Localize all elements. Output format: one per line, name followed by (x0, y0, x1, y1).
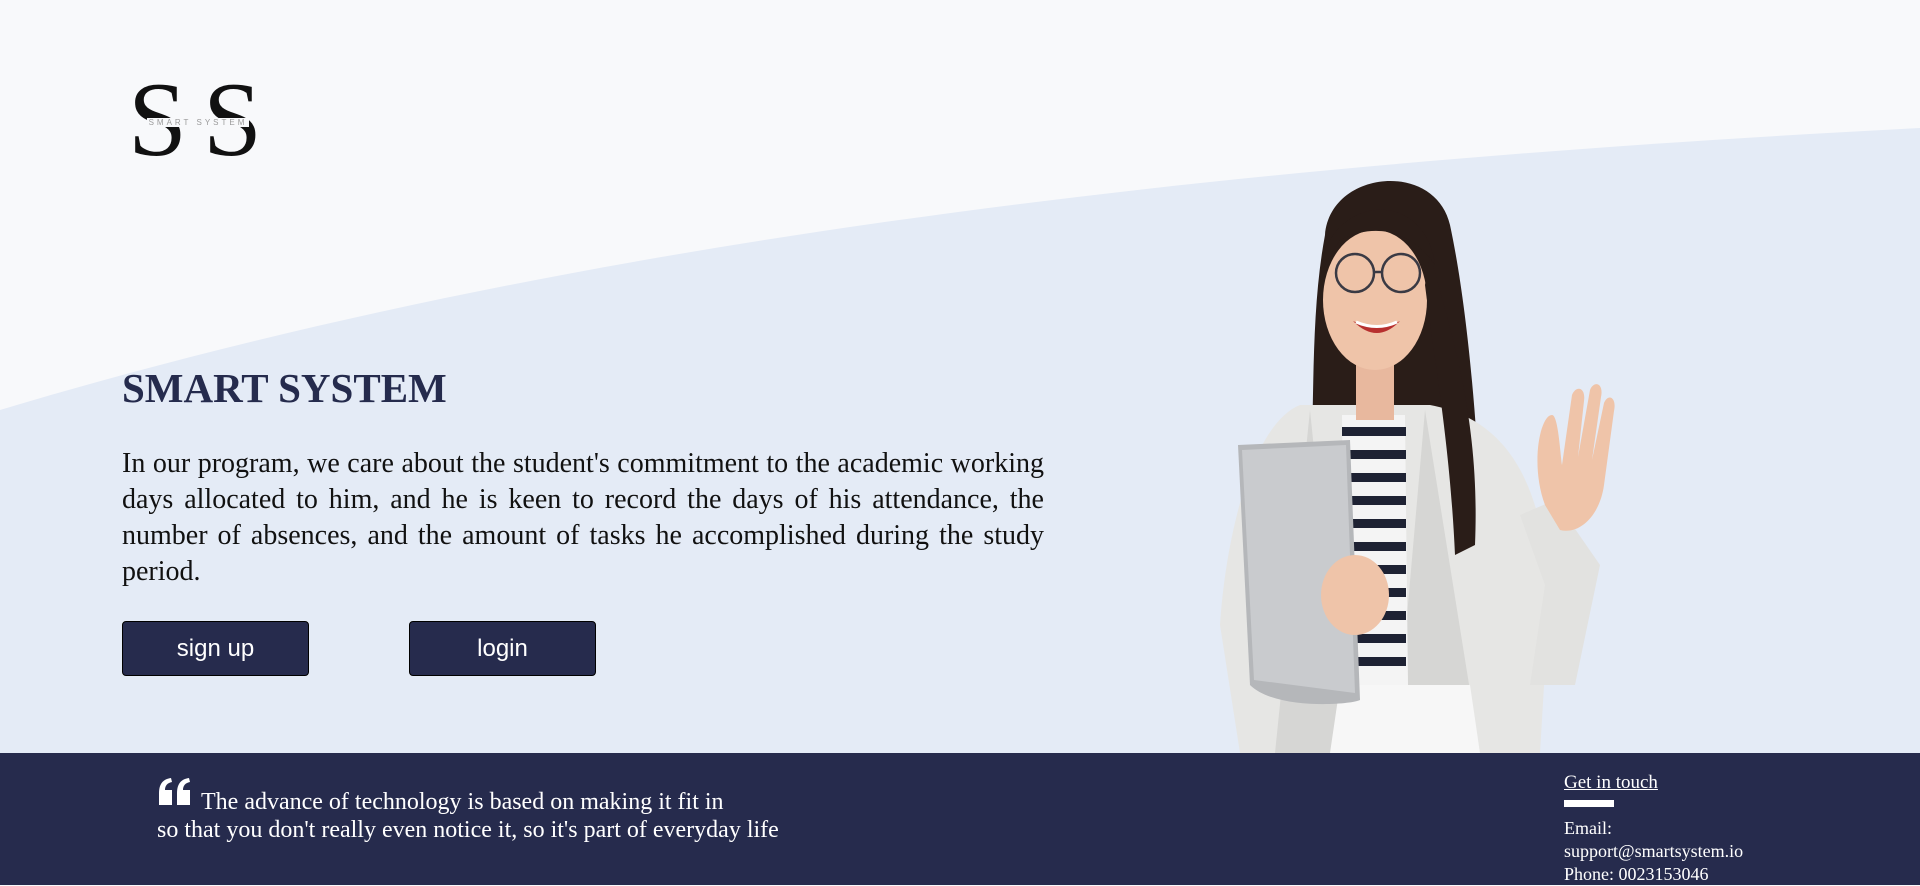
email-label: Email: (1564, 818, 1612, 838)
hero-image (1220, 180, 1615, 753)
logo-subtitle: SMART SYSTEM (146, 118, 250, 127)
page-title: SMART SYSTEM (122, 365, 447, 411)
contact-heading[interactable]: Get in touch (1564, 772, 1904, 794)
heading-underline-bar (1564, 800, 1614, 807)
email-address[interactable]: support@smartsystem.io (1564, 840, 1904, 863)
footer: The advance of technology is based on ma… (0, 753, 1920, 885)
login-button[interactable]: login (409, 621, 596, 676)
phone-number: Phone: 0023153046 (1564, 864, 1709, 884)
quote-line-2: so that you don't really even notice it,… (157, 817, 779, 843)
hero-description: In our program, we care about the studen… (122, 448, 1044, 587)
quote-icon (159, 778, 190, 805)
logo[interactable]: SS SMART SYSTEM (128, 67, 268, 173)
contact-section: Get in touch Email: support@smartsystem.… (1564, 772, 1904, 886)
sign-up-button[interactable]: sign up (122, 621, 309, 676)
quote-line-1: The advance of technology is based on ma… (201, 789, 724, 815)
